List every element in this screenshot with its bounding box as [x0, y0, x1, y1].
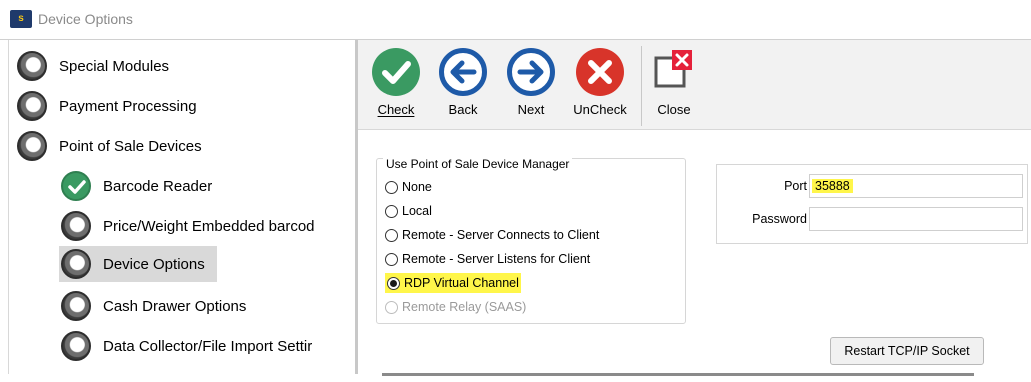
back-button[interactable]: Back	[434, 48, 492, 117]
tree-item-cash-drawer-options[interactable]: Cash Drawer Options	[61, 288, 353, 324]
close-button[interactable]: Close	[648, 48, 700, 117]
tree-item-price-weight-embedded-barcode[interactable]: Price/Weight Embedded barcod	[61, 208, 353, 244]
radio-label: Remote Relay (SAAS)	[402, 300, 527, 314]
tree-item-device-options[interactable]: Device Options	[59, 246, 217, 282]
device-manager-group: Use Point of Sale Device Manager None Lo…	[376, 157, 686, 324]
app-logo-icon: s	[10, 10, 32, 28]
next-button-label: Next	[517, 102, 545, 117]
unchecked-circle-icon	[17, 91, 47, 121]
radio-circle	[385, 252, 398, 266]
radio-remote-server-connects[interactable]: Remote - Server Connects to Client	[385, 225, 599, 245]
tree-item-label: Special Modules	[59, 57, 170, 75]
bottom-divider	[382, 373, 974, 376]
radio-remote-relay-saas: Remote Relay (SAAS)	[385, 297, 526, 317]
radio-label: Remote - Server Listens for Client	[402, 252, 591, 266]
radio-rdp-virtual-channel[interactable]: RDP Virtual Channel	[385, 273, 521, 293]
unchecked-circle-icon	[61, 211, 91, 241]
options-tree-panel: Special Modules Payment Processing Point…	[8, 40, 358, 374]
tree-item-data-collector-file-import[interactable]: Data Collector/File Import Settir	[61, 328, 353, 364]
connection-settings-group: Port 35888 Password	[716, 164, 1028, 244]
radio-label: None	[402, 180, 432, 194]
password-label: Password	[752, 212, 807, 226]
unchecked-circle-icon	[61, 331, 91, 361]
port-value: 35888	[812, 179, 853, 193]
tree-item-label: Device Options	[103, 255, 205, 273]
device-options-panel: Check Back Next UnCheck Close Use Point …	[358, 40, 1031, 376]
unchecked-circle-icon	[17, 51, 47, 81]
tree-item-label: Barcode Reader	[103, 177, 213, 195]
close-button-label: Close	[657, 102, 691, 117]
port-field[interactable]: 35888	[809, 174, 1023, 198]
radio-circle	[385, 180, 398, 194]
arrow-left-icon	[439, 48, 487, 96]
close-window-icon	[652, 48, 696, 96]
radio-remote-server-listens[interactable]: Remote - Server Listens for Client	[385, 249, 590, 269]
back-button-label: Back	[448, 102, 478, 117]
unchecked-circle-icon	[17, 131, 47, 161]
title-bar: s Device Options	[0, 0, 1031, 40]
check-button-label: Check	[377, 102, 415, 117]
radio-circle	[385, 204, 398, 218]
next-button[interactable]: Next	[502, 48, 560, 117]
uncheck-button-label: UnCheck	[573, 102, 627, 117]
radio-label: RDP Virtual Channel	[404, 276, 519, 290]
device-manager-legend: Use Point of Sale Device Manager	[383, 157, 573, 171]
x-circle-icon	[576, 48, 624, 96]
tree-item-special-modules[interactable]: Special Modules	[17, 48, 352, 84]
port-label: Port	[784, 179, 807, 193]
unchecked-circle-icon	[61, 249, 91, 279]
radio-label: Local	[402, 204, 432, 218]
tree-item-label: Payment Processing	[59, 97, 197, 115]
tree-item-label: Point of Sale Devices	[59, 137, 202, 155]
tree-item-label: Price/Weight Embedded barcod	[103, 217, 315, 235]
tree-item-point-of-sale-devices[interactable]: Point of Sale Devices	[17, 128, 352, 164]
password-field[interactable]	[809, 207, 1023, 231]
toolbar: Check Back Next UnCheck Close	[358, 40, 1031, 130]
window-title: Device Options	[38, 11, 133, 27]
green-check-circle-icon	[61, 171, 91, 201]
radio-none[interactable]: None	[385, 177, 432, 197]
restart-tcp-ip-socket-button[interactable]: Restart TCP/IP Socket	[830, 337, 984, 365]
radio-circle	[385, 228, 398, 242]
radio-circle-disabled	[385, 300, 398, 314]
radio-local[interactable]: Local	[385, 201, 432, 221]
unchecked-circle-icon	[61, 291, 91, 321]
tree-item-label: Cash Drawer Options	[103, 297, 247, 315]
radio-label: Remote - Server Connects to Client	[402, 228, 600, 242]
arrow-right-icon	[507, 48, 555, 96]
check-button[interactable]: Check	[366, 48, 426, 117]
tree-item-payment-processing[interactable]: Payment Processing	[17, 88, 352, 124]
tree-item-partial	[61, 368, 91, 382]
radio-circle-selected	[387, 276, 400, 290]
uncheck-button[interactable]: UnCheck	[568, 48, 632, 117]
toolbar-separator	[641, 46, 642, 126]
tree-item-barcode-reader[interactable]: Barcode Reader	[61, 168, 353, 204]
check-icon	[372, 48, 420, 96]
tree-item-label: Data Collector/File Import Settir	[103, 337, 313, 355]
